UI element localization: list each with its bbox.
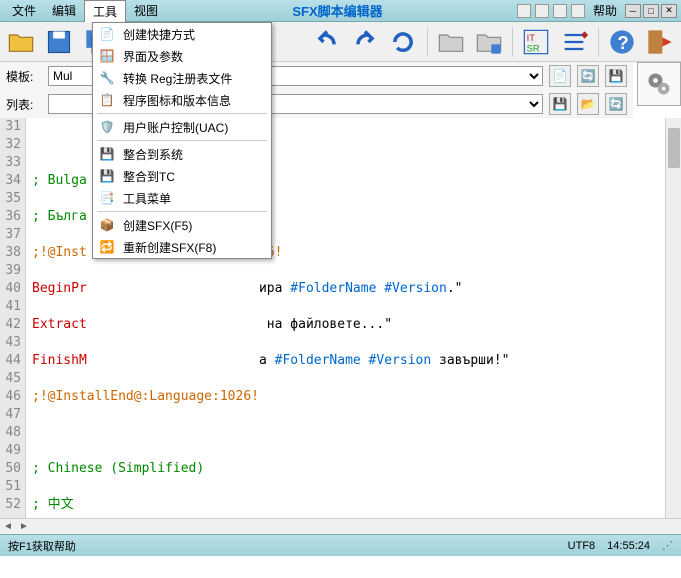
menu-integrate-tc[interactable]: 💾整合到TC: [93, 165, 271, 187]
undo-button[interactable]: [310, 24, 344, 60]
status-time: 14:55:24: [607, 540, 650, 552]
list-button[interactable]: [557, 24, 591, 60]
status-encoding: UTF8: [568, 540, 596, 552]
titlebar-icon-3[interactable]: [553, 4, 567, 18]
app-title: SFX脚本编辑器: [166, 1, 509, 20]
svg-text:IT: IT: [527, 32, 536, 42]
arrow-left[interactable]: ◄: [0, 521, 16, 532]
menu-help[interactable]: 帮助: [585, 0, 625, 21]
shield-icon: 🛡️: [99, 119, 115, 135]
list-btn-2[interactable]: 📂: [577, 93, 599, 115]
tools-dropdown: 📄创建快捷方式 🪟界面及参数 🔧转换 Reg注册表文件 📋程序图标和版本信息 🛡…: [92, 22, 272, 259]
menu-integrate-system[interactable]: 💾整合到系统: [93, 143, 271, 165]
settings-button[interactable]: [637, 62, 681, 106]
menu-view[interactable]: 视图: [126, 0, 166, 21]
menu-uac[interactable]: 🛡️用户账户控制(UAC): [93, 116, 271, 138]
svg-text:?: ?: [617, 32, 628, 53]
folder-button[interactable]: [434, 24, 468, 60]
menu-tools[interactable]: 工具: [84, 0, 126, 22]
shortcut-icon: 📄: [99, 26, 115, 42]
list-btn-3[interactable]: 🔄: [605, 93, 627, 115]
info-icon: 📋: [99, 92, 115, 108]
build-icon: 📦: [99, 217, 115, 233]
arrow-right[interactable]: ►: [16, 521, 32, 532]
refresh-button[interactable]: [386, 24, 420, 60]
menu-create-shortcut[interactable]: 📄创建快捷方式: [93, 23, 271, 45]
folder2-button[interactable]: [472, 24, 506, 60]
minimize-button[interactable]: ─: [625, 4, 641, 18]
ui-icon: 🪟: [99, 48, 115, 64]
help-button[interactable]: ?: [605, 24, 639, 60]
status-resize-grip[interactable]: ⋰: [662, 539, 673, 552]
titlebar-icon-1[interactable]: [517, 4, 531, 18]
scrollbar-thumb[interactable]: [668, 128, 680, 168]
titlebar-icon-2[interactable]: [535, 4, 549, 18]
bottom-bar: ◄ ►: [0, 518, 681, 534]
status-hint: 按F1获取帮助: [8, 538, 76, 554]
template-btn-3[interactable]: 💾: [605, 65, 627, 87]
list-icon: 📑: [99, 190, 115, 206]
menu-icon-version[interactable]: 📋程序图标和版本信息: [93, 89, 271, 111]
menu-rebuild-sfx[interactable]: 🔁重新创建SFX(F8): [93, 236, 271, 258]
close-button[interactable]: ✕: [661, 4, 677, 18]
svg-text:SR: SR: [527, 43, 540, 53]
itsr-button[interactable]: ITSR: [519, 24, 553, 60]
save-icon: 💾: [99, 168, 115, 184]
menu-tools-menu[interactable]: 📑工具菜单: [93, 187, 271, 209]
exit-button[interactable]: [643, 24, 677, 60]
menu-file[interactable]: 文件: [4, 0, 44, 21]
save-icon: 💾: [99, 146, 115, 162]
list-label: 列表:: [6, 96, 42, 113]
menu-convert-reg[interactable]: 🔧转换 Reg注册表文件: [93, 67, 271, 89]
template-label: 模板:: [6, 68, 42, 85]
status-bar: 按F1获取帮助 UTF8 14:55:24 ⋰: [0, 534, 681, 556]
menu-ui-params[interactable]: 🪟界面及参数: [93, 45, 271, 67]
template-btn-2[interactable]: 🔄: [577, 65, 599, 87]
menu-create-sfx[interactable]: 📦创建SFX(F5): [93, 214, 271, 236]
menu-edit[interactable]: 编辑: [44, 0, 84, 21]
template-btn-1[interactable]: 📄: [549, 65, 571, 87]
redo-button[interactable]: [348, 24, 382, 60]
save-button[interactable]: [42, 24, 76, 60]
open-button[interactable]: [4, 24, 38, 60]
titlebar-icon-4[interactable]: [571, 4, 585, 18]
line-gutter: 3132333435363738394041424344454647484950…: [0, 118, 26, 518]
vertical-scrollbar[interactable]: [665, 118, 681, 518]
list-btn-1[interactable]: 💾: [549, 93, 571, 115]
maximize-button[interactable]: □: [643, 4, 659, 18]
reg-icon: 🔧: [99, 70, 115, 86]
rebuild-icon: 🔁: [99, 239, 115, 255]
